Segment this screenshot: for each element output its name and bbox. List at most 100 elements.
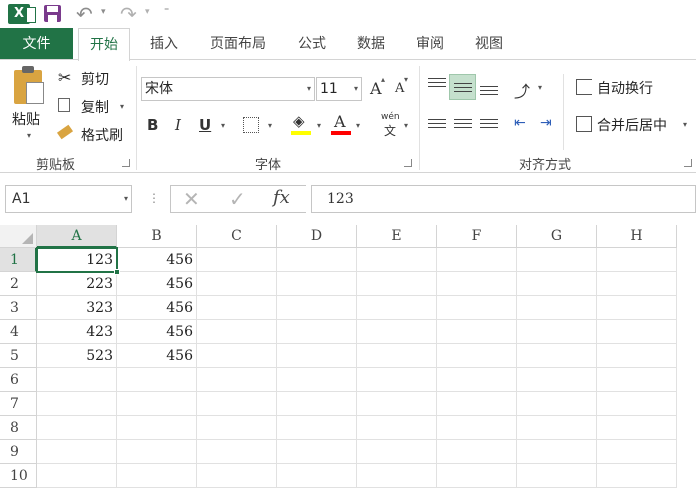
row-header-7[interactable]: 7	[0, 392, 37, 416]
cell-b8[interactable]	[117, 416, 197, 440]
cell-b7[interactable]	[117, 392, 197, 416]
tab-page-layout[interactable]: 页面布局	[200, 28, 276, 60]
cell-f4[interactable]	[437, 320, 517, 344]
cell-c6[interactable]	[197, 368, 277, 392]
tab-review[interactable]: 审阅	[406, 28, 454, 60]
cell-g8[interactable]	[517, 416, 597, 440]
cell-g3[interactable]	[517, 296, 597, 320]
cell-d4[interactable]	[277, 320, 357, 344]
row-header-8[interactable]: 8	[0, 416, 37, 440]
cell-b10[interactable]	[117, 464, 197, 488]
row-header-1[interactable]: 1	[0, 248, 37, 272]
font-size-select[interactable]: 11 ▾	[316, 77, 362, 101]
cell-h2[interactable]	[597, 272, 677, 296]
cell-g10[interactable]	[517, 464, 597, 488]
row-header-10[interactable]: 10	[0, 464, 37, 488]
column-header-e[interactable]: E	[357, 225, 437, 248]
cell-g9[interactable]	[517, 440, 597, 464]
cell-c1[interactable]	[197, 248, 277, 272]
cell-b4[interactable]: 456	[117, 320, 197, 344]
format-painter-button[interactable]: 格式刷	[81, 125, 123, 145]
column-header-g[interactable]: G	[517, 225, 597, 248]
cell-a5[interactable]: 523	[37, 344, 117, 368]
cell-e2[interactable]	[357, 272, 437, 296]
orientation-dropdown-icon[interactable]: ▾	[538, 83, 542, 92]
cell-e6[interactable]	[357, 368, 437, 392]
bold-button[interactable]: B	[147, 116, 158, 134]
paste-icon[interactable]	[14, 66, 44, 104]
cell-g7[interactable]	[517, 392, 597, 416]
tab-file[interactable]: 文件	[0, 28, 73, 60]
cell-c10[interactable]	[197, 464, 277, 488]
align-center-icon[interactable]	[454, 119, 472, 131]
cell-a4[interactable]: 423	[37, 320, 117, 344]
font-launcher-icon[interactable]	[404, 159, 412, 167]
cell-f8[interactable]	[437, 416, 517, 440]
underline-button[interactable]: U	[199, 116, 211, 134]
cell-a7[interactable]	[37, 392, 117, 416]
row-header-4[interactable]: 4	[0, 320, 37, 344]
cell-d2[interactable]	[277, 272, 357, 296]
cell-h4[interactable]	[597, 320, 677, 344]
shrink-font-button[interactable]: A	[395, 81, 404, 96]
cell-d3[interactable]	[277, 296, 357, 320]
undo-dropdown-icon[interactable]: ▾	[101, 7, 106, 17]
cell-d10[interactable]	[277, 464, 357, 488]
cell-d7[interactable]	[277, 392, 357, 416]
cell-a2[interactable]: 223	[37, 272, 117, 296]
save-icon[interactable]	[44, 5, 61, 22]
cell-f2[interactable]	[437, 272, 517, 296]
column-header-b[interactable]: B	[117, 225, 197, 248]
formula-bar-grip-icon[interactable]: ⋮	[148, 191, 160, 205]
decrease-indent-icon[interactable]: ⇤	[514, 115, 526, 131]
cell-h5[interactable]	[597, 344, 677, 368]
phonetic-dropdown-icon[interactable]: ▾	[404, 121, 408, 130]
insert-function-icon[interactable]: fx	[273, 187, 290, 208]
cell-a8[interactable]	[37, 416, 117, 440]
cell-h7[interactable]	[597, 392, 677, 416]
cell-d9[interactable]	[277, 440, 357, 464]
merge-center-button[interactable]: 合并后居中	[597, 115, 667, 135]
align-middle-button[interactable]	[449, 74, 476, 100]
column-header-d[interactable]: D	[277, 225, 357, 248]
formula-input[interactable]: 123	[311, 185, 696, 213]
cell-c9[interactable]	[197, 440, 277, 464]
fill-handle[interactable]	[114, 269, 120, 275]
row-header-2[interactable]: 2	[0, 272, 37, 296]
cut-button[interactable]: 剪切	[81, 69, 109, 89]
cell-h3[interactable]	[597, 296, 677, 320]
cell-g5[interactable]	[517, 344, 597, 368]
fill-color-icon[interactable]: ◈	[293, 112, 305, 130]
align-left-icon[interactable]	[428, 119, 446, 131]
cell-c5[interactable]	[197, 344, 277, 368]
column-header-a[interactable]: A	[37, 225, 117, 248]
excel-icon[interactable]: X	[8, 4, 36, 24]
cell-f7[interactable]	[437, 392, 517, 416]
column-header-c[interactable]: C	[197, 225, 277, 248]
cell-d1[interactable]	[277, 248, 357, 272]
cell-f3[interactable]	[437, 296, 517, 320]
phonetic-pinyin-label[interactable]: wén	[381, 112, 400, 122]
cell-b5[interactable]: 456	[117, 344, 197, 368]
cell-c4[interactable]	[197, 320, 277, 344]
font-name-select[interactable]: 宋体 ▾	[141, 77, 315, 101]
tab-view[interactable]: 视图	[465, 28, 513, 60]
cell-a1[interactable]: 123	[37, 248, 117, 272]
select-all-button[interactable]	[0, 225, 37, 248]
paste-button[interactable]: 粘贴	[12, 109, 40, 129]
cell-g2[interactable]	[517, 272, 597, 296]
cell-c8[interactable]	[197, 416, 277, 440]
cell-d6[interactable]	[277, 368, 357, 392]
cell-h6[interactable]	[597, 368, 677, 392]
font-color-button[interactable]: A	[334, 112, 346, 131]
cell-c7[interactable]	[197, 392, 277, 416]
cell-e4[interactable]	[357, 320, 437, 344]
cell-f10[interactable]	[437, 464, 517, 488]
cell-e3[interactable]	[357, 296, 437, 320]
increase-indent-icon[interactable]: ⇥	[540, 115, 552, 131]
orientation-icon[interactable]: ⤴	[514, 78, 530, 102]
cell-b6[interactable]	[117, 368, 197, 392]
cell-b1[interactable]: 456	[117, 248, 197, 272]
row-header-6[interactable]: 6	[0, 368, 37, 392]
format-painter-icon[interactable]	[56, 124, 74, 140]
